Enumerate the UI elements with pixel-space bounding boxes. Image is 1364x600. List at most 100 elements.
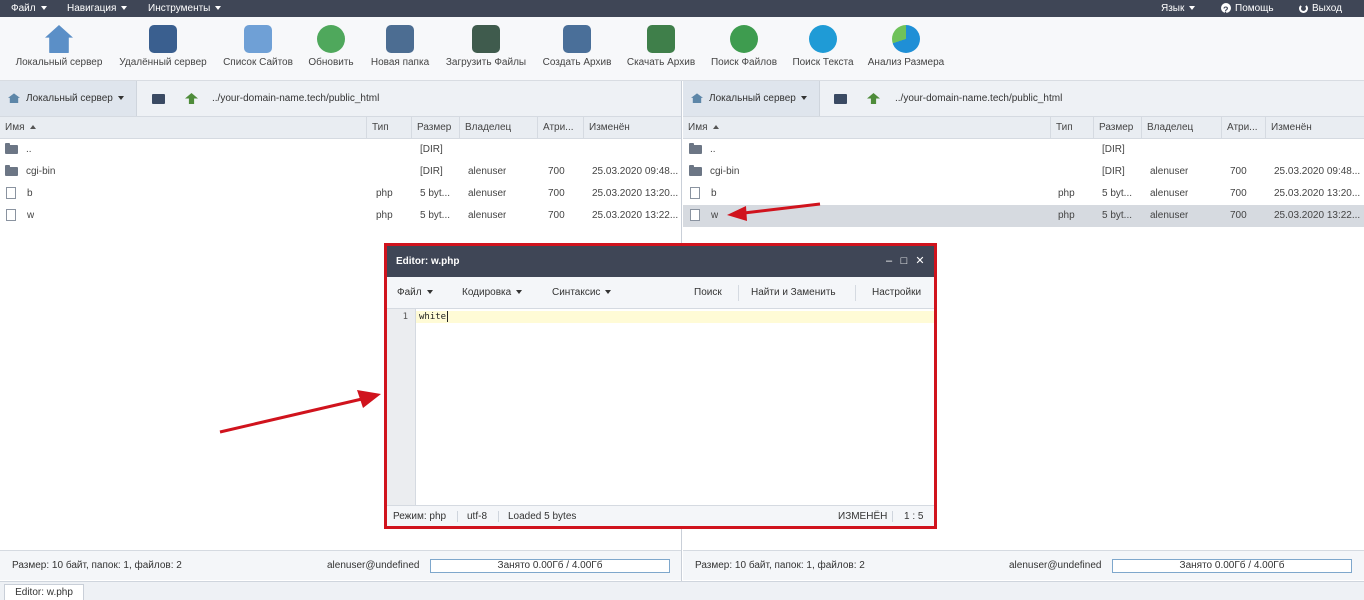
left-quota-bar: Занято 0.00Гб / 4.00Гб [430, 559, 670, 573]
editor-menu-encoding[interactable]: Кодировка [462, 277, 523, 309]
menu-tools[interactable]: Инструменты [148, 0, 222, 17]
divider [855, 285, 856, 301]
line-number: 1 [402, 312, 408, 322]
file-owner: alenuser [468, 166, 507, 177]
toolbar-site-list-button[interactable]: Список Сайтов [222, 25, 294, 68]
editor-search-button[interactable]: Поиск [694, 277, 722, 309]
editor-menubar: Файл Кодировка Синтаксис Поиск Найти и З… [387, 277, 934, 309]
upload-icon[interactable] [185, 93, 198, 104]
file-owner: alenuser [468, 188, 507, 199]
menu-file[interactable]: Файл [11, 0, 47, 17]
col-owner[interactable]: Владелец [460, 117, 538, 139]
close-icon[interactable]: ✕ [914, 246, 926, 277]
col-name[interactable]: Имя [683, 117, 1051, 139]
remote-server-icon [149, 25, 177, 53]
toolbar-create-archive-button[interactable]: Создать Архив [541, 25, 613, 68]
file-owner: alenuser [468, 210, 507, 221]
taskbar: Editor: w.php [0, 581, 1364, 600]
left-statusbar: Размер: 10 байт, папок: 1, файлов: 2 ale… [0, 550, 681, 580]
menu-file-label: Файл [11, 3, 36, 14]
col-type[interactable]: Тип [367, 117, 412, 139]
toolbar-size-analysis-button[interactable]: Анализ Размера [867, 25, 945, 68]
table-row[interactable]: .. [DIR] [0, 139, 681, 161]
server-icon[interactable] [834, 94, 847, 104]
file-icon [6, 187, 16, 200]
file-size: [DIR] [1102, 166, 1125, 177]
toolbar-label: Поиск Файлов [710, 57, 778, 68]
toolbar-upload-button[interactable]: Загрузить Файлы [444, 25, 528, 68]
file-size: 5 byt... [1102, 188, 1133, 199]
toolbar-refresh-button[interactable]: Обновить [306, 25, 356, 68]
file-name: w [711, 210, 719, 221]
menu-help[interactable]: Помощь [1221, 0, 1274, 19]
table-row[interactable]: cgi-bin [DIR] alenuser 700 25.03.2020 09… [0, 161, 681, 183]
site-list-icon [244, 25, 272, 53]
right-site-select[interactable]: Локальный сервер [683, 81, 820, 116]
file-name: .. [710, 144, 716, 155]
col-attr[interactable]: Атри... [538, 117, 584, 139]
editor-menu-syntax-label: Синтаксис [552, 287, 601, 298]
server-icon[interactable] [152, 94, 165, 104]
editor-replace-button[interactable]: Найти и Заменить [751, 277, 836, 309]
col-owner[interactable]: Владелец [1142, 117, 1222, 139]
col-name[interactable]: Имя [0, 117, 367, 139]
menu-navigation[interactable]: Навигация [67, 0, 128, 17]
taskbar-editor-tab[interactable]: Editor: w.php [4, 584, 84, 600]
col-type[interactable]: Тип [1051, 117, 1094, 139]
maximize-icon[interactable]: □ [898, 246, 910, 277]
chevron-down-icon [40, 6, 47, 11]
col-modified[interactable]: Изменён [584, 117, 682, 139]
right-column-header: Имя Тип Размер Владелец Атри... Изменён [683, 117, 1364, 139]
download-archive-icon [647, 25, 675, 53]
minimize-icon[interactable]: – [883, 246, 895, 277]
editor-settings-button[interactable]: Настройки [872, 277, 921, 309]
toolbar-download-archive-button[interactable]: Скачать Архив [625, 25, 697, 68]
editor-encoding: utf-8 [467, 511, 488, 522]
left-site-label: Локальный сервер [26, 93, 113, 104]
editor-menu-syntax[interactable]: Синтаксис [552, 277, 612, 309]
col-modified[interactable]: Изменён [1266, 117, 1364, 139]
right-path[interactable]: ../your-domain-name.tech/public_html [895, 81, 1062, 117]
toolbar-new-folder-button[interactable]: Новая папка [369, 25, 431, 68]
right-quota-bar: Занято 0.00Гб / 4.00Гб [1112, 559, 1352, 573]
table-row-selected[interactable]: w php 5 byt... alenuser 700 25.03.2020 1… [683, 205, 1364, 227]
menu-language[interactable]: Язык [1161, 0, 1196, 17]
table-row[interactable]: b php 5 byt... alenuser 700 25.03.2020 1… [0, 183, 681, 205]
menu-navigation-label: Навигация [67, 3, 117, 14]
chevron-down-icon [605, 290, 612, 295]
table-row[interactable]: w php 5 byt... alenuser 700 25.03.2020 1… [0, 205, 681, 227]
toolbar-search-text-button[interactable]: Поиск Текста [791, 25, 855, 68]
toolbar-remote-server-button[interactable]: Удалённый сервер [117, 25, 209, 68]
right-status-text: Размер: 10 байт, папок: 1, файлов: 2 [695, 560, 865, 571]
file-modified: 25.03.2020 09:48... [1274, 166, 1361, 177]
file-name: cgi-bin [26, 166, 56, 177]
new-folder-icon [386, 25, 414, 53]
col-attr[interactable]: Атри... [1222, 117, 1266, 139]
upload-icon [472, 25, 500, 53]
toolbar-search-files-button[interactable]: Поиск Файлов [709, 25, 779, 68]
left-site-select[interactable]: Локальный сервер [0, 81, 137, 116]
upload-icon[interactable] [867, 93, 880, 104]
col-size[interactable]: Размер [412, 117, 460, 139]
toolbar-local-server-button[interactable]: Локальный сервер [14, 25, 104, 68]
menu-logout[interactable]: Выход [1299, 0, 1342, 17]
editor-titlebar[interactable]: Editor: w.php – □ ✕ [387, 246, 934, 277]
editor-statusbar: Режим: php utf-8 Loaded 5 bytes ИЗМЕНЁН … [387, 505, 934, 526]
file-owner: alenuser [1150, 188, 1189, 199]
left-path[interactable]: ../your-domain-name.tech/public_html [212, 81, 379, 117]
sort-asc-icon [30, 125, 37, 130]
table-row[interactable]: .. [DIR] [683, 139, 1364, 161]
text-cursor [447, 311, 449, 322]
code-editor[interactable]: white [416, 309, 934, 505]
editor-menu-file[interactable]: Файл [397, 277, 433, 309]
table-row[interactable]: cgi-bin [DIR] alenuser 700 25.03.2020 09… [683, 161, 1364, 183]
house-icon [8, 93, 20, 104]
toolbar-label: Новая папка [370, 57, 430, 68]
table-row[interactable]: b php 5 byt... alenuser 700 25.03.2020 1… [683, 183, 1364, 205]
current-line-highlight [416, 311, 934, 323]
right-site-label: Локальный сервер [709, 93, 796, 104]
divider [892, 511, 893, 522]
col-size[interactable]: Размер [1094, 117, 1142, 139]
code-line[interactable]: white [419, 311, 449, 323]
menu-logout-label: Выход [1312, 3, 1342, 14]
